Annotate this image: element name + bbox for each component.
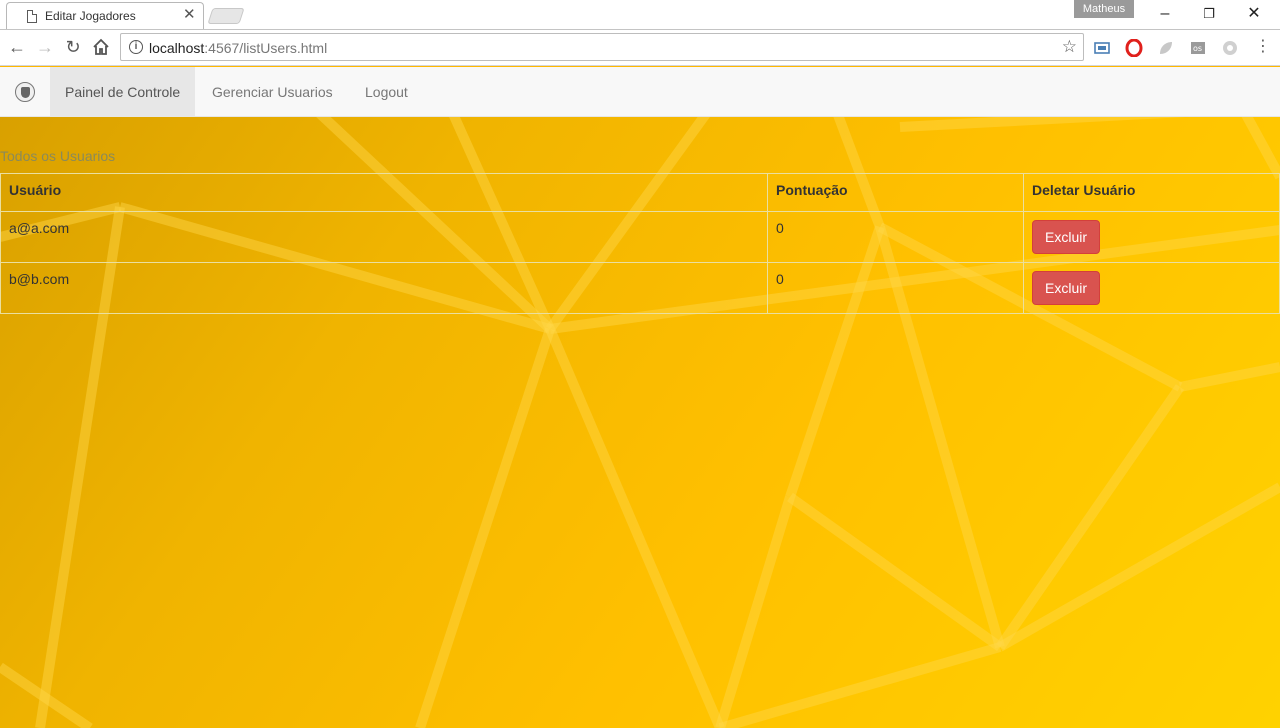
browser-titlebar: Editar Jogadores ✕ Matheus – ❐ ✕ bbox=[0, 0, 1280, 30]
opera-icon[interactable] bbox=[1125, 39, 1143, 57]
document-icon bbox=[27, 10, 37, 23]
extension-box-icon[interactable]: os bbox=[1189, 39, 1207, 57]
cast-icon[interactable] bbox=[1093, 39, 1111, 57]
header-pontuacao: Pontuação bbox=[767, 173, 1024, 212]
new-tab-button[interactable] bbox=[207, 8, 245, 24]
forward-icon[interactable]: → bbox=[32, 34, 58, 60]
browser-toolbar: ← → ↻ i localhost:4567/listUsers.html ☆ … bbox=[0, 30, 1280, 66]
header-usuario: Usuário bbox=[0, 173, 768, 212]
extension-leaf-icon[interactable] bbox=[1157, 39, 1175, 57]
url-text: localhost:4567/listUsers.html bbox=[149, 40, 328, 56]
table-row: a@a.com 0 Excluir bbox=[0, 211, 1280, 263]
cell-action: Excluir bbox=[1023, 211, 1280, 263]
svg-text:os: os bbox=[1193, 44, 1202, 53]
cell-score: 0 bbox=[767, 262, 1024, 314]
nav-painel-de-controle[interactable]: Painel de Controle bbox=[50, 67, 196, 117]
page-content: Painel de Controle Gerenciar Usuarios Lo… bbox=[0, 67, 1280, 728]
cell-user: b@b.com bbox=[0, 262, 768, 314]
back-icon[interactable]: ← bbox=[4, 34, 30, 60]
section-title: Todos os Usuarios bbox=[0, 148, 116, 164]
home-icon[interactable] bbox=[88, 34, 114, 60]
top-navbar: Painel de Controle Gerenciar Usuarios Lo… bbox=[0, 67, 1280, 117]
restore-icon[interactable]: ❐ bbox=[1198, 4, 1220, 24]
table-header-row: Usuário Pontuação Deletar Usuário bbox=[0, 173, 1280, 212]
browser-tab[interactable]: Editar Jogadores ✕ bbox=[6, 2, 204, 30]
nav-gerenciar-usuarios[interactable]: Gerenciar Usuarios bbox=[197, 67, 348, 117]
cell-score: 0 bbox=[767, 211, 1024, 263]
header-deletar-usuario: Deletar Usuário bbox=[1023, 173, 1280, 212]
bookmark-star-icon[interactable]: ☆ bbox=[1062, 37, 1077, 57]
address-bar[interactable]: i localhost:4567/listUsers.html ☆ bbox=[120, 33, 1084, 61]
cell-action: Excluir bbox=[1023, 262, 1280, 314]
users-table: Usuário Pontuação Deletar Usuário a@a.co… bbox=[0, 173, 1280, 314]
cell-user: a@a.com bbox=[0, 211, 768, 263]
tab-title: Editar Jogadores bbox=[45, 9, 136, 23]
profile-badge[interactable]: Matheus bbox=[1074, 0, 1134, 18]
menu-kebab-icon[interactable]: ⋮ bbox=[1250, 34, 1276, 60]
background-pattern bbox=[0, 67, 1280, 728]
table-row: b@b.com 0 Excluir bbox=[0, 262, 1280, 314]
close-window-icon[interactable]: ✕ bbox=[1243, 4, 1265, 24]
minimize-icon[interactable]: – bbox=[1154, 4, 1176, 24]
excluir-button[interactable]: Excluir bbox=[1032, 220, 1101, 254]
nav-logout[interactable]: Logout bbox=[350, 67, 423, 117]
extension-circle-icon[interactable] bbox=[1221, 39, 1239, 57]
info-icon[interactable]: i bbox=[129, 40, 143, 54]
excluir-button[interactable]: Excluir bbox=[1032, 271, 1101, 305]
brand-logo-icon[interactable] bbox=[15, 82, 35, 102]
close-tab-icon[interactable]: ✕ bbox=[183, 6, 196, 24]
reload-icon[interactable]: ↻ bbox=[60, 34, 86, 60]
